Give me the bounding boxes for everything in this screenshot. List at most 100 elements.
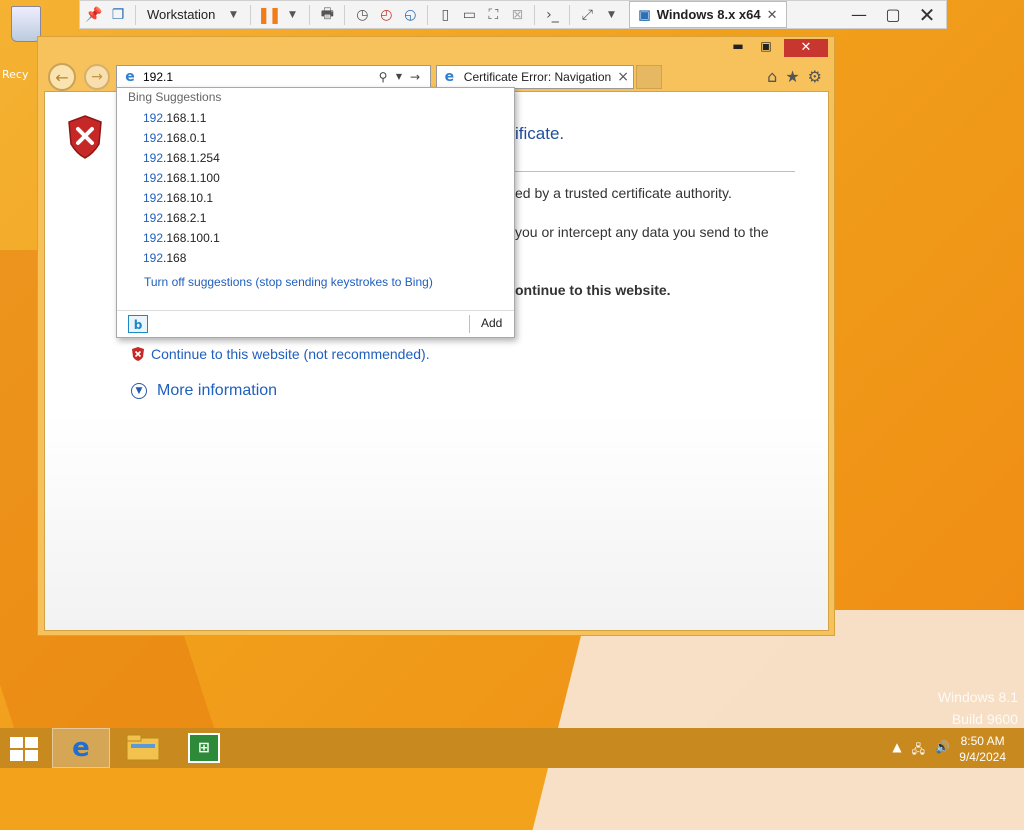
chevron-up-icon[interactable]: ▲ <box>892 740 901 761</box>
back-button[interactable]: ← <box>48 63 76 91</box>
turn-off-suggestions-link[interactable]: Turn off suggestions (stop sending keyst… <box>144 275 433 289</box>
description-text: you or intercept any data you send to th… <box>515 224 769 240</box>
watermark-line: Build 9600 <box>951 711 1018 727</box>
suggestions-header: Bing Suggestions <box>128 90 222 104</box>
vm-tab-label: Windows 8.x x64 <box>656 7 761 22</box>
chevron-down-icon[interactable]: ▼ <box>282 5 302 25</box>
suggestion-match-text: 192 <box>143 251 164 265</box>
file-explorer-icon[interactable] <box>126 734 160 762</box>
chevron-down-icon[interactable]: ▼ <box>601 5 621 25</box>
description-text: ed by a trusted certificate authority. <box>515 185 732 201</box>
divider <box>135 4 136 25</box>
divider <box>534 4 536 25</box>
minimize-button[interactable]: ▬ <box>726 39 750 57</box>
snapshot-icon[interactable]: ◷ <box>352 5 372 25</box>
suggestion-rest-text: .168.100.1 <box>163 231 220 245</box>
maximize-button[interactable]: ▢ <box>878 5 908 24</box>
revert-snapshot-icon[interactable]: ◴ <box>376 5 396 25</box>
fit-window-icon[interactable]: ⛶ <box>483 5 503 25</box>
windows-logo-tile <box>25 750 38 761</box>
workstation-menu[interactable]: Workstation <box>143 7 219 22</box>
divider <box>344 4 346 25</box>
address-bar[interactable]: e ⚲ ▼ → <box>116 65 431 89</box>
suggestion-item[interactable]: 192.168.10.1 <box>143 188 483 208</box>
network-icon[interactable]: 🖧 <box>912 740 925 761</box>
suggestions-footer: b Add <box>117 310 514 337</box>
unity-icon[interactable]: ⊠ <box>507 5 527 25</box>
divider <box>309 4 311 25</box>
vmware-toolbar: 📌 ❐ Workstation ▼ ❚❚ ▼ 🖶 ◷ ◴ ◵ ▯ ▭ ⛶ ⊠ ›… <box>79 0 947 29</box>
search-icon[interactable]: ⚲ <box>375 68 391 86</box>
suggestion-rest-text: .168.0.1 <box>163 131 207 145</box>
divider <box>250 4 252 25</box>
home-icon[interactable]: ⌂ <box>767 67 777 86</box>
divider <box>427 4 429 25</box>
suggestion-rest-text: .168.1.254 <box>163 151 220 165</box>
taskbar-ie-icon[interactable]: e <box>52 728 110 768</box>
suggestion-item[interactable]: 192.168 <box>143 248 483 268</box>
close-icon[interactable]: ✕ <box>767 7 778 23</box>
snapshot-manager-icon[interactable]: ◵ <box>400 5 420 25</box>
recommendation-text: ontinue to this website. <box>515 282 671 298</box>
suggestion-match-text: 192 <box>143 151 164 165</box>
windows-logo-tile <box>10 737 23 748</box>
gear-icon[interactable]: ⚙ <box>808 67 822 86</box>
suggestion-item[interactable]: 192.168.1.100 <box>143 168 483 188</box>
vm-library-icon[interactable]: ❐ <box>108 5 128 25</box>
bing-icon[interactable]: b <box>128 315 148 333</box>
go-arrow-icon[interactable]: → <box>407 68 423 86</box>
tab-certificate-error[interactable]: e Certificate Error: Navigation... × <box>436 65 634 89</box>
windows-logo-tile <box>25 737 38 748</box>
send-ctrl-alt-del-icon[interactable]: 🖶 <box>317 5 337 25</box>
windows-watermark: Windows 8.1 Build 9600 <box>938 686 1018 730</box>
suggestion-rest-text: .168.10.1 <box>163 191 214 205</box>
ie-icon: e <box>444 69 455 85</box>
suggestion-item[interactable]: 192.168.1.254 <box>143 148 483 168</box>
suggestion-rest-text: .168 <box>163 251 187 265</box>
new-tab-button[interactable] <box>636 65 662 89</box>
continue-link[interactable]: Continue to this website (not recommende… <box>151 346 430 362</box>
ie-icon: e <box>125 69 135 85</box>
watermark-line: Windows 8.1 <box>937 689 1018 705</box>
suggestion-item[interactable]: 192.168.1.1 <box>143 108 483 128</box>
terminal-icon[interactable]: ›_ <box>542 5 562 25</box>
chevron-down-circle-icon[interactable]: ▼ <box>131 383 147 399</box>
minimize-button[interactable]: — <box>844 5 874 24</box>
taskbar: e ⊞ ▲ 🖧 🔊 8:50 AM 9/4/2024 <box>0 728 1024 768</box>
console-view-icon[interactable]: ▯ <box>435 5 455 25</box>
fullscreen-icon[interactable]: ⤢ <box>577 5 597 25</box>
favorites-star-icon[interactable]: ★ <box>785 67 799 86</box>
suggestion-item[interactable]: 192.168.2.1 <box>143 208 483 228</box>
address-input[interactable] <box>139 69 375 85</box>
more-information-link[interactable]: More information <box>157 382 277 400</box>
tab-label: Certificate Error: Navigation... <box>463 70 612 84</box>
suggestion-item[interactable]: 192.168.100.1 <box>143 228 483 248</box>
close-button[interactable]: ✕ <box>784 39 828 57</box>
forward-button[interactable]: → <box>84 64 110 90</box>
chevron-down-icon[interactable]: ▼ <box>391 68 407 86</box>
suggestion-item[interactable]: 192.168.0.1 <box>143 128 483 148</box>
divider <box>469 315 470 333</box>
thumbnail-view-icon[interactable]: ▭ <box>459 5 479 25</box>
close-button[interactable]: ✕ <box>912 3 942 27</box>
vm-tab-icon: ▣ <box>638 6 651 22</box>
suggestion-match-text: 192 <box>143 211 164 225</box>
store-icon[interactable]: ⊞ <box>188 733 220 763</box>
vm-tab[interactable]: ▣ Windows 8.x x64 ✕ <box>629 1 787 28</box>
close-icon[interactable]: × <box>617 69 629 85</box>
chevron-down-icon[interactable]: ▼ <box>223 5 243 25</box>
pin-icon[interactable]: 📌 <box>84 5 104 25</box>
suggestion-match-text: 192 <box>143 131 164 145</box>
add-button[interactable]: Add <box>481 316 502 330</box>
shield-error-icon <box>68 115 102 159</box>
system-tray: ▲ 🖧 🔊 <box>892 740 950 761</box>
volume-icon[interactable]: 🔊 <box>935 740 950 761</box>
address-suggestions-dropdown: Bing Suggestions 192.168.1.1 192.168.0.1 1… <box>116 87 515 338</box>
clock[interactable]: 8:50 AM 9/4/2024 <box>959 733 1006 765</box>
more-info-row[interactable]: ▼ More information <box>131 382 277 400</box>
continue-row: Continue to this website (not recommende… <box>131 346 430 362</box>
start-button[interactable] <box>10 737 38 761</box>
pause-icon[interactable]: ❚❚ <box>257 5 282 25</box>
maximize-button[interactable]: ▣ <box>754 39 778 57</box>
suggestion-rest-text: .168.1.1 <box>163 111 207 125</box>
